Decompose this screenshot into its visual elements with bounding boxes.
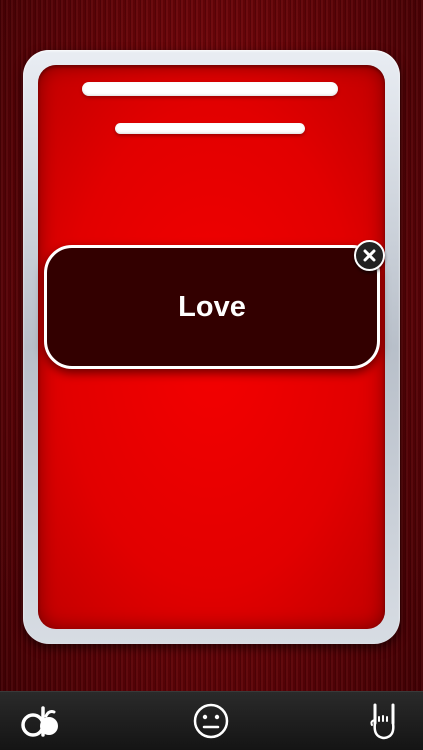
tab-emotions[interactable] [189,699,233,743]
close-button[interactable] [354,240,385,271]
screen: Love [0,0,423,750]
app-logo-icon [21,706,58,737]
card-top-handle [82,82,338,96]
rock-hand-icon [370,703,395,740]
neutral-face-icon [193,703,229,739]
card-bottom-handle [115,123,305,134]
bottom-tab-bar [0,691,423,750]
tab-rock[interactable] [362,699,406,743]
word-card[interactable]: Love [44,245,380,369]
close-icon [363,249,376,262]
word-label: Love [178,290,246,323]
tab-home[interactable] [18,699,62,743]
